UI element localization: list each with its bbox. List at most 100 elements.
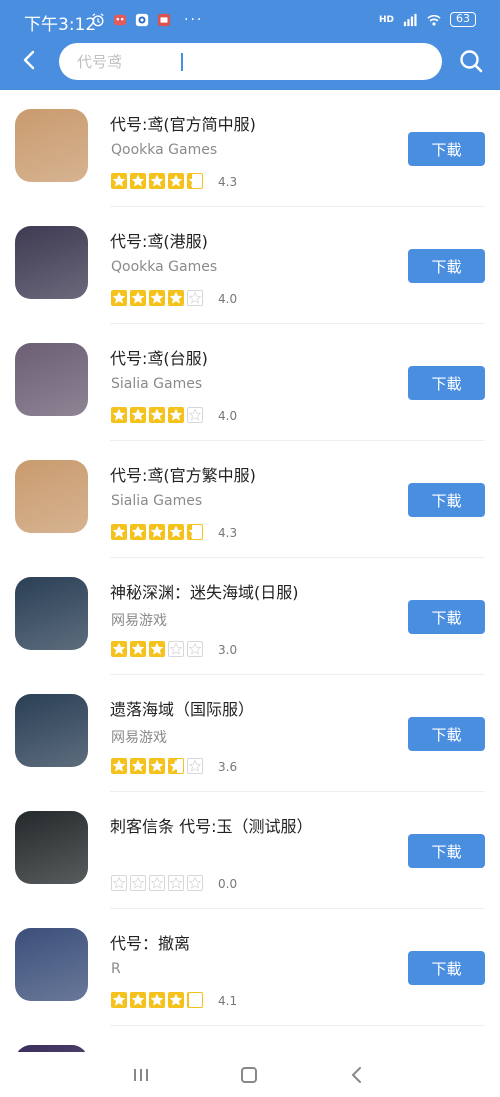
rating-stars: [111, 290, 203, 308]
app-name[interactable]: 代号:鸢(台服): [110, 345, 208, 369]
rating-stars: [111, 758, 203, 776]
list-item[interactable]: 代号:鸢(港服) Qookka Games 4.0 下載: [0, 207, 500, 324]
star-icon: [111, 407, 127, 423]
star-icon: [187, 875, 203, 891]
download-button[interactable]: 下載: [408, 717, 485, 751]
app-icon[interactable]: [15, 226, 88, 299]
app-list: 代号:鸢(官方简中服) Qookka Games 4.3 下載 代号:鸢(港服) Qook…: [0, 90, 500, 1052]
rating-score: 3.0: [218, 643, 238, 657]
star-icon: [111, 992, 127, 1008]
app-icon[interactable]: [15, 694, 88, 767]
star-icon: [111, 290, 127, 306]
list-item[interactable]: 代号:鸢(官方简中服) Qookka Games 4.3 下載: [0, 90, 500, 207]
rating-score: 4.3: [218, 175, 238, 189]
star-icon: [168, 758, 184, 774]
rating-stars: [111, 875, 203, 893]
top-bar: 下午3:12 ··· HD 63: [0, 0, 500, 90]
status-bar: 下午3:12 ··· HD 63: [0, 0, 500, 38]
app-icon[interactable]: [15, 1045, 88, 1052]
menu-icon[interactable]: [131, 1066, 151, 1084]
star-icon: [130, 173, 146, 189]
app-icon[interactable]: [15, 460, 88, 533]
app-name[interactable]: 代号:鸢(官方简中服): [110, 111, 256, 135]
text-cursor: [181, 53, 183, 71]
rating-score: 4.3: [218, 526, 238, 540]
app-developer: Qookka Games: [111, 142, 218, 158]
star-icon: [111, 641, 127, 657]
wifi-icon: [427, 14, 441, 26]
rating-score: 0.0: [218, 877, 238, 891]
star-icon: [168, 173, 184, 189]
rating-stars: [111, 992, 203, 1010]
app-name[interactable]: 代号：撤离: [110, 930, 190, 954]
game-app-icon: [157, 13, 171, 27]
app-developer: Qookka Games: [111, 259, 218, 275]
app-icon[interactable]: [15, 577, 88, 650]
navigation-bar: [0, 1052, 500, 1097]
app-name[interactable]: 代号:鸢(官方繁中服): [110, 462, 256, 486]
star-icon: [168, 524, 184, 540]
star-icon: [168, 875, 184, 891]
chevron-left-icon[interactable]: [18, 46, 42, 74]
star-icon: [149, 173, 165, 189]
app-developer: 网易游戏: [111, 613, 167, 629]
search-input[interactable]: [59, 43, 442, 80]
app-icon[interactable]: [15, 811, 88, 884]
signal-icon: [403, 13, 417, 26]
star-icon: [149, 290, 165, 306]
list-item[interactable]: 代号:鸢(台服) Sialia Games 4.0 下載: [0, 324, 500, 441]
download-button[interactable]: 下載: [408, 600, 485, 634]
star-icon: [149, 992, 165, 1008]
app-name[interactable]: 刺客信条 代号:玉（测试服）: [110, 813, 312, 837]
app-icon[interactable]: [15, 109, 88, 182]
list-item[interactable]: 代号：撤离 R 4.1 下載: [0, 909, 500, 1026]
app-icon[interactable]: [15, 928, 88, 1001]
download-button[interactable]: 下載: [408, 366, 485, 400]
app-icon[interactable]: [15, 343, 88, 416]
rating-score: 4.1: [218, 994, 238, 1008]
star-icon: [187, 758, 203, 774]
star-icon: [130, 641, 146, 657]
star-icon: [149, 758, 165, 774]
star-icon: [149, 524, 165, 540]
rating-score: 4.0: [218, 292, 238, 306]
app-name[interactable]: 遗落海域（国际服）: [110, 696, 254, 720]
alarm-icon: [92, 13, 104, 27]
star-icon: [168, 992, 184, 1008]
download-button[interactable]: 下載: [408, 951, 485, 985]
download-button[interactable]: 下載: [408, 834, 485, 868]
list-item[interactable]: 刺客信条 代号:玉（测试服） 0.0 下載: [0, 792, 500, 909]
star-icon: [130, 407, 146, 423]
star-icon: [130, 992, 146, 1008]
star-icon: [187, 407, 203, 423]
download-button[interactable]: 下載: [408, 483, 485, 517]
rating-stars: [111, 173, 203, 191]
rating-score: 3.6: [218, 760, 238, 774]
star-icon: [187, 173, 203, 189]
rating-score: 4.0: [218, 409, 238, 423]
rating-stars: [111, 407, 203, 425]
app-name[interactable]: 神秘深渊：迷失海域(日服): [110, 579, 299, 603]
app-developer: R: [111, 961, 121, 977]
app-developer: Sialia Games: [111, 493, 203, 509]
star-icon: [187, 992, 203, 1008]
star-icon: [149, 641, 165, 657]
home-icon[interactable]: [239, 1066, 259, 1084]
camera-app-icon: [135, 13, 149, 27]
star-icon: [130, 290, 146, 306]
search-box[interactable]: [59, 43, 442, 80]
app-name[interactable]: 代号:鸢(港服): [110, 228, 208, 252]
back-icon[interactable]: [347, 1066, 367, 1084]
star-icon: [111, 173, 127, 189]
list-item[interactable]: 遗落海域（国际服） 网易游戏 3.6 下載: [0, 675, 500, 792]
network-type: HD: [378, 14, 394, 25]
list-item[interactable]: 代号:鸢(官方繁中服) Sialia Games 4.3 下載: [0, 441, 500, 558]
search-icon[interactable]: [458, 47, 484, 75]
download-button[interactable]: 下載: [408, 132, 485, 166]
star-icon: [111, 758, 127, 774]
list-item[interactable]: 代号：雪下載: [0, 1026, 500, 1052]
download-button[interactable]: 下載: [408, 249, 485, 283]
status-notification-icons: ···: [90, 12, 203, 28]
star-icon: [111, 524, 127, 540]
list-item[interactable]: 神秘深渊：迷失海域(日服) 网易游戏 3.0 下載: [0, 558, 500, 675]
